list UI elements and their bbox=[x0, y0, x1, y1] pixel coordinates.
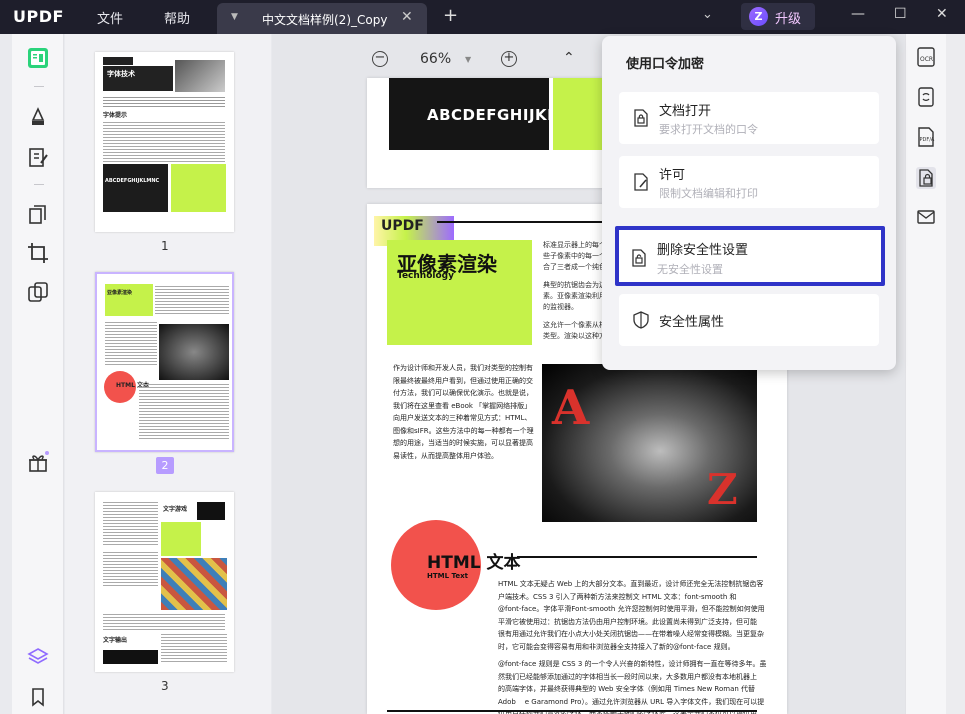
thumbnail-page-3[interactable]: 文字游戏 文字输出 bbox=[95, 492, 234, 672]
upgrade-label: 升级 bbox=[775, 12, 802, 27]
protect-lock-icon[interactable] bbox=[916, 167, 936, 189]
security-properties-option[interactable]: 安全性属性 bbox=[619, 294, 879, 346]
close-window-icon[interactable]: ✕ bbox=[936, 6, 948, 22]
thumb-3-title: 文字游戏 bbox=[163, 506, 188, 513]
gift-icon[interactable] bbox=[27, 451, 49, 473]
html-title: HTML 文本 bbox=[427, 553, 521, 573]
crop-icon[interactable] bbox=[27, 242, 49, 264]
right-column-3: 这允许一个像素从相 类型。渲染以这种方 bbox=[543, 321, 606, 340]
reader-icon[interactable] bbox=[27, 47, 49, 69]
thumb-2-title: 亚像素渲染 bbox=[107, 290, 133, 296]
svg-text:Z: Z bbox=[707, 465, 738, 514]
html-paragraph-2: @font-face 规则是 CSS 3 的一个令人兴奋的新特性，设计师拥有一直… bbox=[498, 660, 767, 714]
letter-art-image: A Z bbox=[542, 364, 757, 522]
mail-icon[interactable] bbox=[916, 206, 936, 228]
new-tab-icon[interactable]: + bbox=[443, 5, 458, 26]
thumbnail-label-2: 2 bbox=[156, 457, 174, 474]
open-password-label: 文档打开 bbox=[659, 104, 712, 119]
intro-column: 作为设计师和开发人员，我们对类型的控制有 限最终被最终用户看到，但通过使用正确的… bbox=[393, 364, 534, 460]
chevron-down-icon[interactable]: ⌄ bbox=[702, 7, 713, 22]
pdfa-icon[interactable]: PDF/A bbox=[916, 126, 936, 148]
thumbnail-label-1: 1 bbox=[161, 239, 169, 253]
zoom-in-button[interactable]: + bbox=[501, 51, 517, 67]
upgrade-badge-icon: Z bbox=[749, 7, 768, 26]
first-page-icon[interactable]: ⌃ bbox=[563, 50, 575, 66]
edit-pdf-icon[interactable] bbox=[27, 147, 49, 169]
maximize-icon[interactable]: ☐ bbox=[894, 6, 907, 22]
zoom-out-button[interactable]: − bbox=[372, 51, 388, 67]
menu-file[interactable]: 文件 bbox=[97, 8, 123, 27]
permission-label: 许可 bbox=[659, 168, 686, 183]
permission-desc: 限制文档编辑和打印 bbox=[659, 187, 758, 200]
app-logo: UPDF bbox=[13, 7, 64, 26]
layers-icon[interactable] bbox=[27, 646, 49, 668]
security-dropdown: 使用口令加密 文档打开 要求打开文档的口令 许可 限制文档编辑和打印 删除安全性… bbox=[602, 36, 896, 370]
remove-security-option[interactable]: 删除安全性设置 无安全性设置 bbox=[615, 226, 885, 286]
thumb-1-heading: 字体提示 bbox=[103, 112, 128, 119]
thumb-1-title: 字体技术 bbox=[107, 70, 135, 78]
security-properties-label: 安全性属性 bbox=[659, 315, 725, 330]
vertical-scrollbar[interactable] bbox=[946, 34, 965, 714]
html-subtitle: HTML Text bbox=[427, 572, 468, 580]
svg-text:OCR: OCR bbox=[920, 56, 933, 63]
svg-text:A: A bbox=[551, 380, 590, 436]
tab-title: 中文文档样例(2)_Copy bbox=[262, 13, 388, 27]
document-lock-icon bbox=[634, 109, 648, 127]
right-column-2: 典型的抗锯齿会为边 素。亚像素渲染利用 的监视器。 bbox=[543, 281, 606, 311]
zoom-value[interactable]: 66% bbox=[420, 51, 451, 67]
html-paragraph-1: HTML 文本无疑占 Web 上的大部分文本。直到最近，设计师还完全无法控制抗锯… bbox=[498, 580, 765, 651]
open-password-desc: 要求打开文档的口令 bbox=[659, 123, 758, 136]
highlighter-icon[interactable] bbox=[27, 106, 49, 128]
document-edit-icon bbox=[634, 173, 648, 191]
tab-close-icon[interactable]: ✕ bbox=[401, 9, 413, 25]
document-tab[interactable]: ▼ 中文文档样例(2)_Copy ✕ bbox=[217, 3, 427, 34]
upgrade-button[interactable]: Z 升级 bbox=[741, 3, 815, 30]
thumb-1-sample: ABCDEFGHIJKLMNC bbox=[105, 178, 160, 184]
title-bar: UPDF 文件 帮助 ▼ 中文文档样例(2)_Copy ✕ + ⌄ Z 升级 —… bbox=[0, 0, 965, 34]
bookmark-icon[interactable] bbox=[27, 686, 49, 708]
thumb-3-sub: 文字输出 bbox=[103, 637, 128, 644]
thumbnail-page-1[interactable]: 字体技术 字体提示 ABCDEFGHIJKLMNC bbox=[95, 52, 234, 232]
remove-security-label: 删除安全性设置 bbox=[657, 243, 749, 258]
thumbnail-page-2[interactable]: 亚像素渲染 HTML 文本 bbox=[95, 272, 234, 452]
convert-pdf-icon[interactable] bbox=[916, 86, 936, 108]
security-dropdown-title: 使用口令加密 bbox=[626, 57, 705, 72]
hero-subtitle: Technology bbox=[397, 271, 454, 281]
ocr-icon[interactable]: OCR bbox=[916, 46, 936, 68]
remove-security-desc: 无安全性设置 bbox=[657, 263, 723, 276]
thumbnail-panel: 字体技术 字体提示 ABCDEFGHIJKLMNC 1 亚像素渲染 HTML 文… bbox=[65, 34, 271, 714]
right-toolbar: OCR PDF/A bbox=[905, 34, 946, 714]
zoom-dropdown-icon[interactable]: ▼ bbox=[465, 55, 471, 64]
permission-option[interactable]: 许可 限制文档编辑和打印 bbox=[619, 156, 879, 208]
page-badge: UPDF bbox=[381, 218, 424, 234]
minimize-icon[interactable]: — bbox=[851, 6, 865, 22]
shield-icon bbox=[633, 311, 649, 329]
document-unlock-icon bbox=[632, 249, 646, 267]
left-toolbar bbox=[12, 34, 64, 714]
convert-icon[interactable] bbox=[27, 281, 49, 303]
menu-help[interactable]: 帮助 bbox=[164, 8, 190, 27]
thumbnail-label-3: 3 bbox=[161, 679, 169, 693]
organize-pages-icon[interactable] bbox=[27, 204, 49, 226]
svg-text:PDF/A: PDF/A bbox=[920, 137, 935, 143]
right-column-1: 标准显示器上的每个 些子像素中的每一个 合了三者成一个纯色 bbox=[543, 241, 606, 271]
tab-dropdown-icon[interactable]: ▼ bbox=[231, 12, 238, 22]
open-password-option[interactable]: 文档打开 要求打开文档的口令 bbox=[619, 92, 879, 144]
